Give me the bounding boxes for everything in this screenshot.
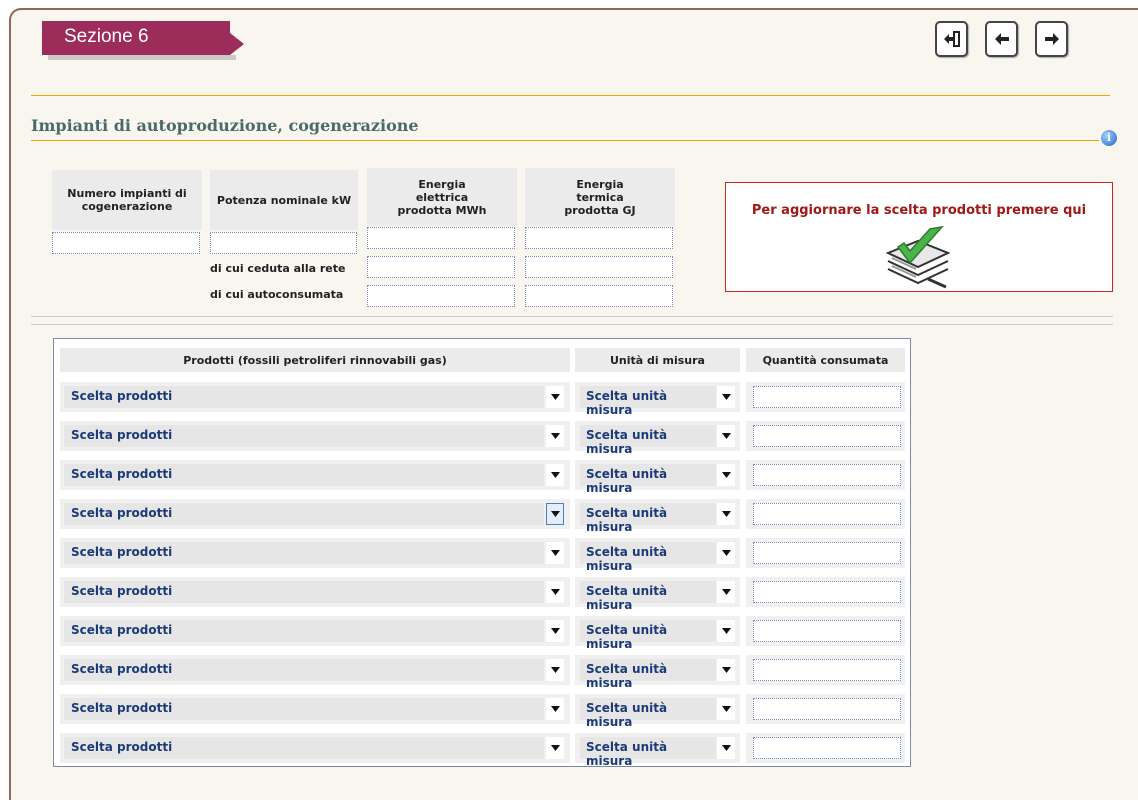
quantity-input[interactable] (753, 698, 901, 720)
quantity-input[interactable] (753, 425, 901, 447)
back-button[interactable] (985, 21, 1018, 57)
product-select[interactable]: Scelta prodotti (64, 503, 544, 525)
top-divider (31, 95, 1110, 96)
unit-select[interactable]: Scelta unità misura (580, 620, 716, 651)
checklist-icon[interactable] (882, 223, 954, 289)
chevron-down-icon[interactable] (717, 464, 735, 486)
update-products-text: Per aggiornare la scelta prodotti premer… (751, 203, 1087, 218)
header-prodotti: Prodotti (fossili petroliferi rinnovabil… (60, 348, 570, 372)
arrow-left-icon (994, 33, 1009, 45)
energia-termica-ceduta-input[interactable] (525, 256, 673, 278)
unit-select[interactable]: Scelta unità misura (580, 464, 716, 495)
chevron-down-icon[interactable] (717, 737, 735, 759)
unit-select[interactable]: Scelta unità misura (580, 425, 716, 456)
product-select[interactable]: Scelta prodotti (64, 620, 544, 642)
header-potenza: Potenza nominale kW (210, 170, 358, 230)
numero-impianti-input[interactable] (52, 232, 200, 254)
unit-select[interactable]: Scelta unità misura (580, 542, 716, 573)
chevron-down-icon[interactable] (546, 542, 564, 564)
chevron-down-icon[interactable] (546, 386, 564, 408)
forward-button[interactable] (1035, 21, 1068, 57)
exit-button[interactable] (935, 21, 968, 57)
energia-termica-totale-input[interactable] (525, 227, 673, 249)
chevron-down-icon[interactable] (717, 386, 735, 408)
potenza-nominale-input[interactable] (210, 232, 357, 254)
quantity-input[interactable] (753, 464, 901, 486)
product-select[interactable]: Scelta prodotti (64, 542, 544, 564)
product-select[interactable]: Scelta prodotti (64, 425, 544, 447)
unit-select[interactable]: Scelta unità misura (580, 386, 716, 417)
product-select[interactable]: Scelta prodotti (64, 698, 544, 720)
energia-termica-autoconsumata-input[interactable] (525, 285, 673, 307)
header-quantita-consumata: Quantità consumata (746, 348, 905, 372)
separator-line-top (31, 316, 1113, 317)
header-unita-misura: Unità di misura (575, 348, 740, 372)
product-select[interactable]: Scelta prodotti (64, 659, 544, 681)
product-select[interactable]: Scelta prodotti (64, 464, 544, 486)
unit-select[interactable]: Scelta unità misura (580, 581, 716, 612)
unit-select[interactable]: Scelta unità misura (580, 737, 716, 768)
product-select[interactable]: Scelta prodotti (64, 581, 544, 603)
unit-select[interactable]: Scelta unità misura (580, 503, 716, 534)
chevron-down-icon[interactable] (717, 698, 735, 720)
quantity-input[interactable] (753, 386, 901, 408)
chevron-down-icon[interactable] (546, 737, 564, 759)
chevron-down-icon[interactable] (717, 503, 735, 525)
unit-select[interactable]: Scelta unità misura (580, 659, 716, 690)
quantity-input[interactable] (753, 581, 901, 603)
chevron-down-icon[interactable] (546, 620, 564, 642)
arrow-right-icon (1044, 33, 1059, 45)
quantity-input[interactable] (753, 542, 901, 564)
info-icon[interactable]: i (1101, 130, 1117, 146)
unit-select[interactable]: Scelta unità misura (580, 698, 716, 729)
header-energia-termica: Energia termica prodotta GJ (525, 168, 675, 226)
chevron-down-icon[interactable] (546, 425, 564, 447)
chevron-down-icon[interactable] (717, 659, 735, 681)
quantity-input[interactable] (753, 620, 901, 642)
quantity-input[interactable] (753, 737, 901, 759)
product-select[interactable]: Scelta prodotti (64, 386, 544, 408)
header-numero-impianti: Numero impianti di cogenerazione (52, 170, 202, 230)
update-products-box[interactable]: Per aggiornare la scelta prodotti premer… (725, 182, 1113, 292)
energia-elettrica-totale-input[interactable] (367, 227, 515, 249)
chevron-down-icon[interactable] (717, 542, 735, 564)
quantity-input[interactable] (753, 503, 901, 525)
chevron-down-icon[interactable] (546, 464, 564, 486)
label-ceduta-rete: di cui ceduta alla rete (210, 262, 346, 275)
exit-icon (943, 31, 960, 47)
chevron-down-icon[interactable] (717, 581, 735, 603)
chevron-down-icon[interactable] (546, 581, 564, 603)
page-title: Impianti di autoproduzione, cogenerazion… (31, 116, 419, 135)
energia-elettrica-ceduta-input[interactable] (367, 256, 515, 278)
quantity-input[interactable] (753, 659, 901, 681)
chevron-down-icon[interactable] (546, 659, 564, 681)
chevron-down-icon[interactable] (546, 503, 564, 525)
products-panel: Prodotti (fossili petroliferi rinnovabil… (53, 338, 911, 768)
product-select[interactable]: Scelta prodotti (64, 737, 544, 759)
energia-elettrica-autoconsumata-input[interactable] (367, 285, 515, 307)
header-energia-elettrica: Energia elettrica prodotta MWh (367, 168, 517, 226)
section-tab: Sezione 6 (42, 21, 244, 60)
chevron-down-icon[interactable] (546, 698, 564, 720)
chevron-down-icon[interactable] (717, 620, 735, 642)
separator-line-bottom (31, 324, 1113, 325)
title-divider (31, 140, 1099, 141)
chevron-down-icon[interactable] (717, 425, 735, 447)
label-autoconsumata: di cui autoconsumata (210, 288, 344, 301)
